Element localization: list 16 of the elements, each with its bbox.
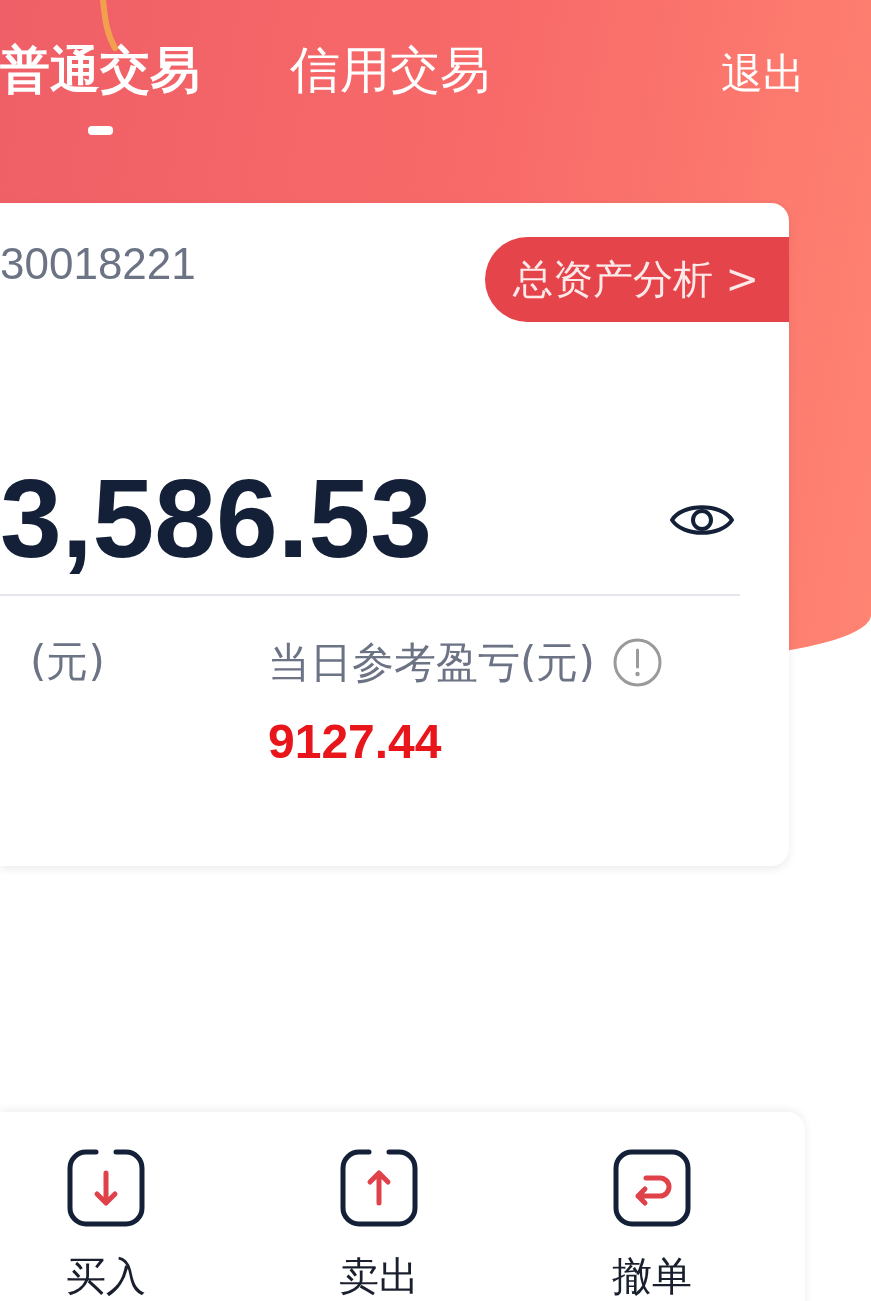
stat-label: 当日参考盈亏(元) xyxy=(268,638,595,687)
return-arrow-icon xyxy=(612,1148,692,1228)
upload-icon xyxy=(339,1148,419,1228)
tab[interactable]: 普通交易 xyxy=(0,40,200,135)
account-number: 30018221 xyxy=(0,238,196,290)
logout-button[interactable]: 退出 xyxy=(721,44,805,104)
tab[interactable]: 信用交易 xyxy=(290,40,490,135)
action-button[interactable]: 卖出 xyxy=(299,1148,459,1300)
info-icon[interactable] xyxy=(612,638,662,688)
action-button[interactable]: 买入 xyxy=(26,1148,186,1300)
stat-label: (元) xyxy=(30,638,105,687)
download-icon xyxy=(66,1148,146,1228)
stat-value: 9127.44 xyxy=(268,714,442,771)
total-assets-amount: 3,586.53 xyxy=(0,456,433,583)
asset-analysis-button[interactable]: 总资产分析 > xyxy=(484,237,789,322)
action-button[interactable]: 撤单 xyxy=(572,1148,732,1300)
